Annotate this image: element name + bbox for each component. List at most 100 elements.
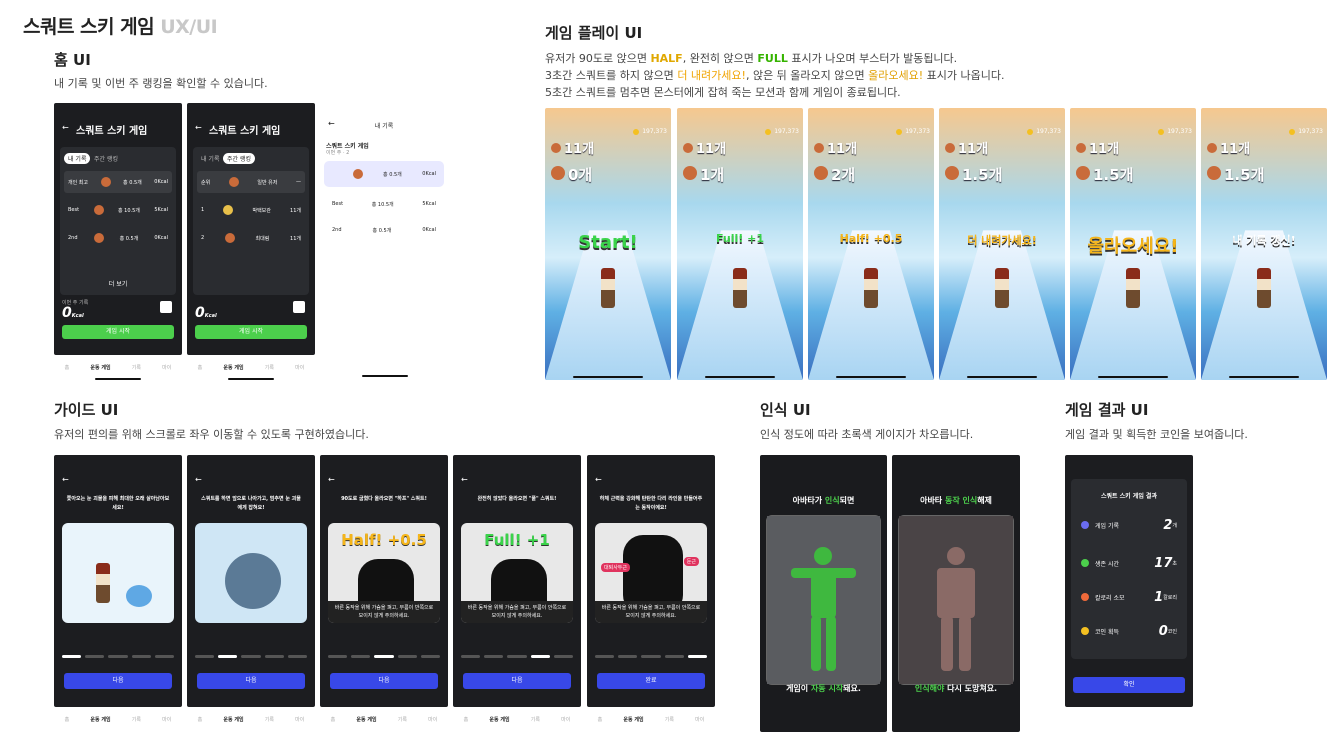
nav-home[interactable]: 홈 (464, 716, 469, 723)
guide-next-button[interactable]: 다음 (330, 673, 438, 689)
nav-record[interactable]: 기록 (265, 364, 274, 371)
page-dot[interactable] (351, 655, 371, 658)
tab-my-record[interactable]: 내 기록 (64, 153, 91, 164)
back-arrow-icon[interactable]: ← (595, 475, 602, 484)
row-rank: 2nd (68, 235, 78, 241)
page-dot[interactable] (595, 655, 615, 658)
nav-exercise-game[interactable]: 운동 게임 (489, 716, 509, 723)
nav-my[interactable]: 마이 (162, 364, 171, 371)
nav-my[interactable]: 마이 (428, 716, 437, 723)
start-game-button[interactable]: 게임 시작 (195, 325, 307, 339)
nav-home[interactable]: 홈 (331, 716, 336, 723)
page-dot[interactable] (264, 655, 284, 658)
nav-exercise-game[interactable]: 운동 게임 (356, 716, 376, 723)
page-dot[interactable] (287, 655, 308, 658)
nav-my[interactable]: 마이 (695, 716, 704, 723)
row-rank: 2 (201, 235, 205, 241)
guide-next-button[interactable]: 다음 (197, 673, 305, 689)
page-dot[interactable] (530, 655, 550, 658)
page-dot[interactable] (507, 655, 527, 658)
confirm-button[interactable]: 확인 (1073, 677, 1185, 693)
nav-my[interactable]: 마이 (295, 716, 304, 723)
guide-next-button[interactable]: 다음 (463, 673, 571, 689)
coin-icon (1289, 128, 1296, 135)
start-game-button[interactable]: 게임 시작 (62, 325, 174, 339)
nav-home[interactable]: 홈 (198, 364, 203, 371)
nav-my[interactable]: 마이 (162, 716, 171, 723)
muscle-tag: 대퇴사두근 (601, 563, 631, 572)
nav-record[interactable]: 기록 (531, 716, 540, 723)
row-name: 홍 0.5개 (372, 227, 392, 234)
page-dot[interactable] (195, 655, 215, 658)
page-indicator[interactable] (328, 655, 441, 658)
tab-my-record[interactable]: 내 기록 (197, 153, 223, 164)
page-dot[interactable] (108, 655, 128, 658)
nav-exercise-game[interactable]: 운동 게임 (223, 716, 243, 723)
page-indicator[interactable] (62, 655, 175, 658)
tab-weekly-ranking[interactable]: 주간 랭킹 (90, 153, 122, 164)
page-dot[interactable] (85, 655, 105, 658)
nav-exercise-game[interactable]: 운동 게임 (623, 716, 643, 723)
nav-record[interactable]: 기록 (665, 716, 674, 723)
page-dot[interactable] (461, 655, 481, 658)
guide-text: 완전히 앉았다 올라오면 "풀" 스쿼트! (477, 496, 557, 502)
page-dot[interactable] (687, 655, 708, 658)
nav-my[interactable]: 마이 (295, 364, 304, 371)
page-indicator[interactable] (195, 655, 308, 658)
page-dot[interactable] (62, 655, 82, 658)
tab-weekly-ranking[interactable]: 주간 랭킹 (223, 153, 255, 164)
back-arrow-icon[interactable]: ← (195, 123, 202, 132)
nav-exercise-game[interactable]: 운동 게임 (223, 364, 243, 371)
nav-record[interactable]: 기록 (132, 716, 141, 723)
home-indicator (705, 376, 775, 378)
nav-record[interactable]: 기록 (265, 716, 274, 723)
calendar-icon[interactable] (293, 301, 305, 313)
home-screen-my-record: ← 스쿼트 스키 게임 내 기록 주간 랭킹 개인 최고 홍 0.5개 0Kca… (54, 103, 182, 355)
play-desc-line1: 유저가 90도로 앉으면 HALF, 완전히 앉으면 FULL 표시가 나오며 … (545, 50, 1005, 67)
nav-home[interactable]: 홈 (65, 716, 70, 723)
more-button[interactable]: 더 보기 (60, 279, 176, 288)
page-indicator[interactable] (595, 655, 708, 658)
page-dot[interactable] (420, 655, 441, 658)
page-dot[interactable] (131, 655, 151, 658)
nav-record[interactable]: 기록 (398, 716, 407, 723)
calendar-icon[interactable] (160, 301, 172, 313)
back-arrow-icon[interactable]: ← (62, 475, 69, 484)
page-dot[interactable] (328, 655, 348, 658)
camera-frame (898, 515, 1014, 685)
result-row: 코인 획득 0 코인 (1081, 624, 1177, 639)
back-arrow-icon[interactable]: ← (328, 475, 335, 484)
nav-my[interactable]: 마이 (561, 716, 570, 723)
page-dot[interactable] (241, 655, 261, 658)
recog-top-text: 아바타 동작 인식해제 (892, 495, 1020, 506)
nav-home[interactable]: 홈 (598, 716, 603, 723)
guide-next-button[interactable]: 완료 (597, 673, 705, 689)
screen-title: 스쿼트 스키 게임 (209, 126, 281, 137)
page-dot[interactable] (218, 655, 238, 658)
page-dot[interactable] (397, 655, 417, 658)
back-arrow-icon[interactable]: ← (461, 475, 468, 484)
avatar (223, 205, 234, 215)
nav-exercise-game[interactable]: 운동 게임 (90, 364, 110, 371)
page-dot[interactable] (154, 655, 175, 658)
ranking-row: 2 최대림 11개 (197, 227, 305, 249)
recog-bottom-text: 게임이 자동 시작돼요. (760, 683, 887, 694)
nav-home[interactable]: 홈 (198, 716, 203, 723)
nav-home[interactable]: 홈 (65, 364, 70, 371)
back-arrow-icon[interactable]: ← (195, 475, 202, 484)
page-dot[interactable] (484, 655, 504, 658)
page-dot[interactable] (618, 655, 638, 658)
page-dot[interactable] (374, 655, 394, 658)
kcal-value: 0Kcal (195, 305, 217, 321)
page-dot[interactable] (664, 655, 684, 658)
page-dot[interactable] (641, 655, 661, 658)
row-cal: 0Kcal (154, 179, 168, 185)
nav-exercise-game[interactable]: 운동 게임 (90, 716, 110, 723)
page-indicator[interactable] (461, 655, 574, 658)
row-value: 2 (1163, 517, 1173, 533)
back-arrow-icon[interactable]: ← (62, 123, 69, 132)
nav-record[interactable]: 기록 (132, 364, 141, 371)
screen-title: 스쿼트 스키 게임 (76, 126, 148, 137)
page-dot[interactable] (553, 655, 574, 658)
guide-next-button[interactable]: 다음 (64, 673, 172, 689)
